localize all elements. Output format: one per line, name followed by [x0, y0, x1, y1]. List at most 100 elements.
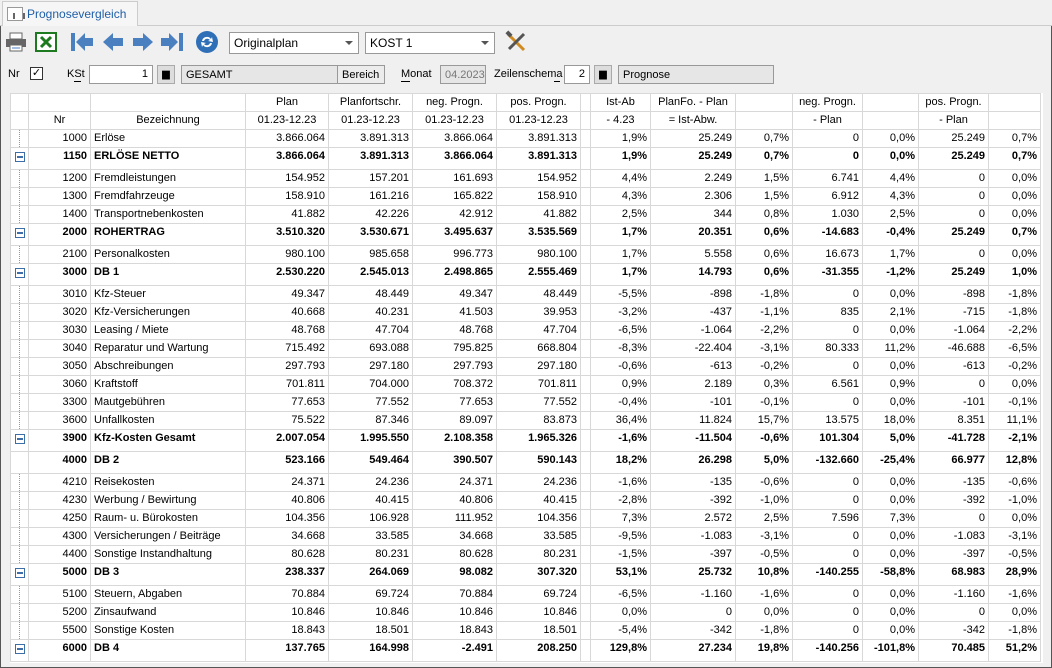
plan-cell[interactable]: 701.811: [245, 375, 329, 394]
spacer-cell[interactable]: [580, 585, 591, 604]
nr-cell[interactable]: 2000: [28, 223, 91, 246]
pos-diff-cell[interactable]: -41.728: [918, 429, 989, 452]
column-header[interactable]: [735, 93, 793, 112]
neg-progn-cell[interactable]: 111.952: [412, 509, 497, 528]
pos-pct-cell[interactable]: 1,0%: [988, 263, 1041, 286]
planfo-pct-cell[interactable]: 0,6%: [735, 223, 793, 246]
column-header[interactable]: pos. Progn.: [496, 93, 581, 112]
plan-cell[interactable]: 297.793: [245, 357, 329, 376]
table-row[interactable]: 5100 Steuern, Abgaben 70.884 69.724 70.884 69…: [10, 585, 1041, 604]
bezeichnung-cell[interactable]: ROHERTRAG: [90, 223, 246, 246]
neg-progn-cell[interactable]: 42.912: [412, 205, 497, 224]
planfo-pct-cell[interactable]: 19,8%: [735, 639, 793, 662]
pos-diff-cell[interactable]: -135: [918, 473, 989, 492]
spacer-cell[interactable]: [580, 187, 591, 206]
zeilenschema-search-button[interactable]: ▆: [594, 65, 612, 84]
kst-input[interactable]: 1: [89, 65, 153, 84]
ist-ab-cell[interactable]: 1,7%: [590, 223, 651, 246]
planfo-diff-cell[interactable]: 11.824: [650, 411, 736, 430]
plan-cell[interactable]: 238.337: [245, 563, 329, 586]
bezeichnung-cell[interactable]: DB 2: [90, 451, 246, 474]
planfo-pct-cell[interactable]: -2,2%: [735, 321, 793, 340]
neg-diff-cell[interactable]: 0: [792, 545, 863, 564]
pos-diff-cell[interactable]: -1.160: [918, 585, 989, 604]
pos-progn-cell[interactable]: 158.910: [496, 187, 581, 206]
bezeichnung-cell[interactable]: Abschreibungen: [90, 357, 246, 376]
spacer-cell[interactable]: [580, 621, 591, 640]
nr-cell[interactable]: 5100: [28, 585, 91, 604]
minus-icon[interactable]: [14, 568, 25, 578]
table-row[interactable]: 1200 Fremdleistungen 154.952 157.201 161.693…: [10, 169, 1041, 188]
ist-ab-cell[interactable]: -5,5%: [590, 285, 651, 304]
ist-ab-cell[interactable]: 7,3%: [590, 509, 651, 528]
pos-progn-cell[interactable]: 69.724: [496, 585, 581, 604]
table-row[interactable]: 3060 Kraftstoff 701.811 704.000 708.372 701.8…: [10, 375, 1041, 394]
column-header[interactable]: 01.23-12.23: [412, 111, 497, 130]
nr-cell[interactable]: 4250: [28, 509, 91, 528]
column-header[interactable]: - 4.23: [590, 111, 651, 130]
nr-cell[interactable]: 6000: [28, 639, 91, 662]
pos-progn-cell[interactable]: 47.704: [496, 321, 581, 340]
neg-pct-cell[interactable]: 0,0%: [862, 603, 919, 622]
group-row[interactable]: 6000 DB 4 137.765 164.998 -2.491 208.250 129,8…: [10, 639, 1041, 662]
neg-progn-cell[interactable]: 98.082: [412, 563, 497, 586]
plan-cell[interactable]: 980.100: [245, 245, 329, 264]
column-header[interactable]: - Plan: [918, 111, 989, 130]
neg-pct-cell[interactable]: 18,0%: [862, 411, 919, 430]
planfo-diff-cell[interactable]: 14.793: [650, 263, 736, 286]
bezeichnung-cell[interactable]: Raum- u. Bürokosten: [90, 509, 246, 528]
nr-cell[interactable]: 3050: [28, 357, 91, 376]
plan-cell[interactable]: 41.882: [245, 205, 329, 224]
spacer-cell[interactable]: [580, 223, 591, 246]
column-header[interactable]: 01.23-12.23: [245, 111, 329, 130]
neg-diff-cell[interactable]: 6.912: [792, 187, 863, 206]
neg-diff-cell[interactable]: -132.660: [792, 451, 863, 474]
planfo-pct-cell[interactable]: -1,8%: [735, 621, 793, 640]
planfortschr-cell[interactable]: 33.585: [328, 527, 413, 546]
pos-progn-cell[interactable]: 980.100: [496, 245, 581, 264]
pos-diff-cell[interactable]: 25.249: [918, 223, 989, 246]
neg-pct-cell[interactable]: 0,0%: [862, 285, 919, 304]
nr-cell[interactable]: 3020: [28, 303, 91, 322]
plan-cell[interactable]: 40.806: [245, 491, 329, 510]
ist-ab-cell[interactable]: 18,2%: [590, 451, 651, 474]
neg-progn-cell[interactable]: 390.507: [412, 451, 497, 474]
planfo-diff-cell[interactable]: 2.306: [650, 187, 736, 206]
planfo-diff-cell[interactable]: 0: [650, 603, 736, 622]
ist-ab-cell[interactable]: 0,0%: [590, 603, 651, 622]
pos-pct-cell[interactable]: -1,0%: [988, 491, 1041, 510]
bezeichnung-cell[interactable]: Sonstige Kosten: [90, 621, 246, 640]
neg-diff-cell[interactable]: 0: [792, 285, 863, 304]
neg-pct-cell[interactable]: 0,0%: [862, 621, 919, 640]
planfo-pct-cell[interactable]: 0,7%: [735, 129, 793, 148]
nr-cell[interactable]: 3300: [28, 393, 91, 412]
neg-progn-cell[interactable]: 297.793: [412, 357, 497, 376]
ist-ab-cell[interactable]: -9,5%: [590, 527, 651, 546]
planfo-diff-cell[interactable]: -397: [650, 545, 736, 564]
neg-pct-cell[interactable]: 0,0%: [862, 147, 919, 170]
spacer-cell[interactable]: [580, 393, 591, 412]
planfo-diff-cell[interactable]: -22.404: [650, 339, 736, 358]
planfortschr-cell[interactable]: 40.415: [328, 491, 413, 510]
spacer-cell[interactable]: [580, 205, 591, 224]
plan-cell[interactable]: 158.910: [245, 187, 329, 206]
planfo-diff-cell[interactable]: -437: [650, 303, 736, 322]
pos-diff-cell[interactable]: -342: [918, 621, 989, 640]
pos-diff-cell[interactable]: 25.249: [918, 147, 989, 170]
planfortschr-cell[interactable]: 1.995.550: [328, 429, 413, 452]
pos-diff-cell[interactable]: -392: [918, 491, 989, 510]
pos-diff-cell[interactable]: -898: [918, 285, 989, 304]
neg-diff-cell[interactable]: 0: [792, 357, 863, 376]
pos-progn-cell[interactable]: 2.555.469: [496, 263, 581, 286]
ist-ab-cell[interactable]: -0,6%: [590, 357, 651, 376]
planfo-diff-cell[interactable]: 2.189: [650, 375, 736, 394]
bezeichnung-cell[interactable]: Fremdfahrzeuge: [90, 187, 246, 206]
table-row[interactable]: 5200 Zinsaufwand 10.846 10.846 10.846 10.846 0…: [10, 603, 1041, 622]
pos-diff-cell[interactable]: 0: [918, 187, 989, 206]
spacer-cell[interactable]: [580, 245, 591, 264]
neg-pct-cell[interactable]: 0,0%: [862, 545, 919, 564]
planfo-diff-cell[interactable]: -11.504: [650, 429, 736, 452]
neg-pct-cell[interactable]: 1,7%: [862, 245, 919, 264]
ist-ab-cell[interactable]: 129,8%: [590, 639, 651, 662]
table-row[interactable]: 3020 Kfz-Versicherungen 40.668 40.231 41.503…: [10, 303, 1041, 322]
